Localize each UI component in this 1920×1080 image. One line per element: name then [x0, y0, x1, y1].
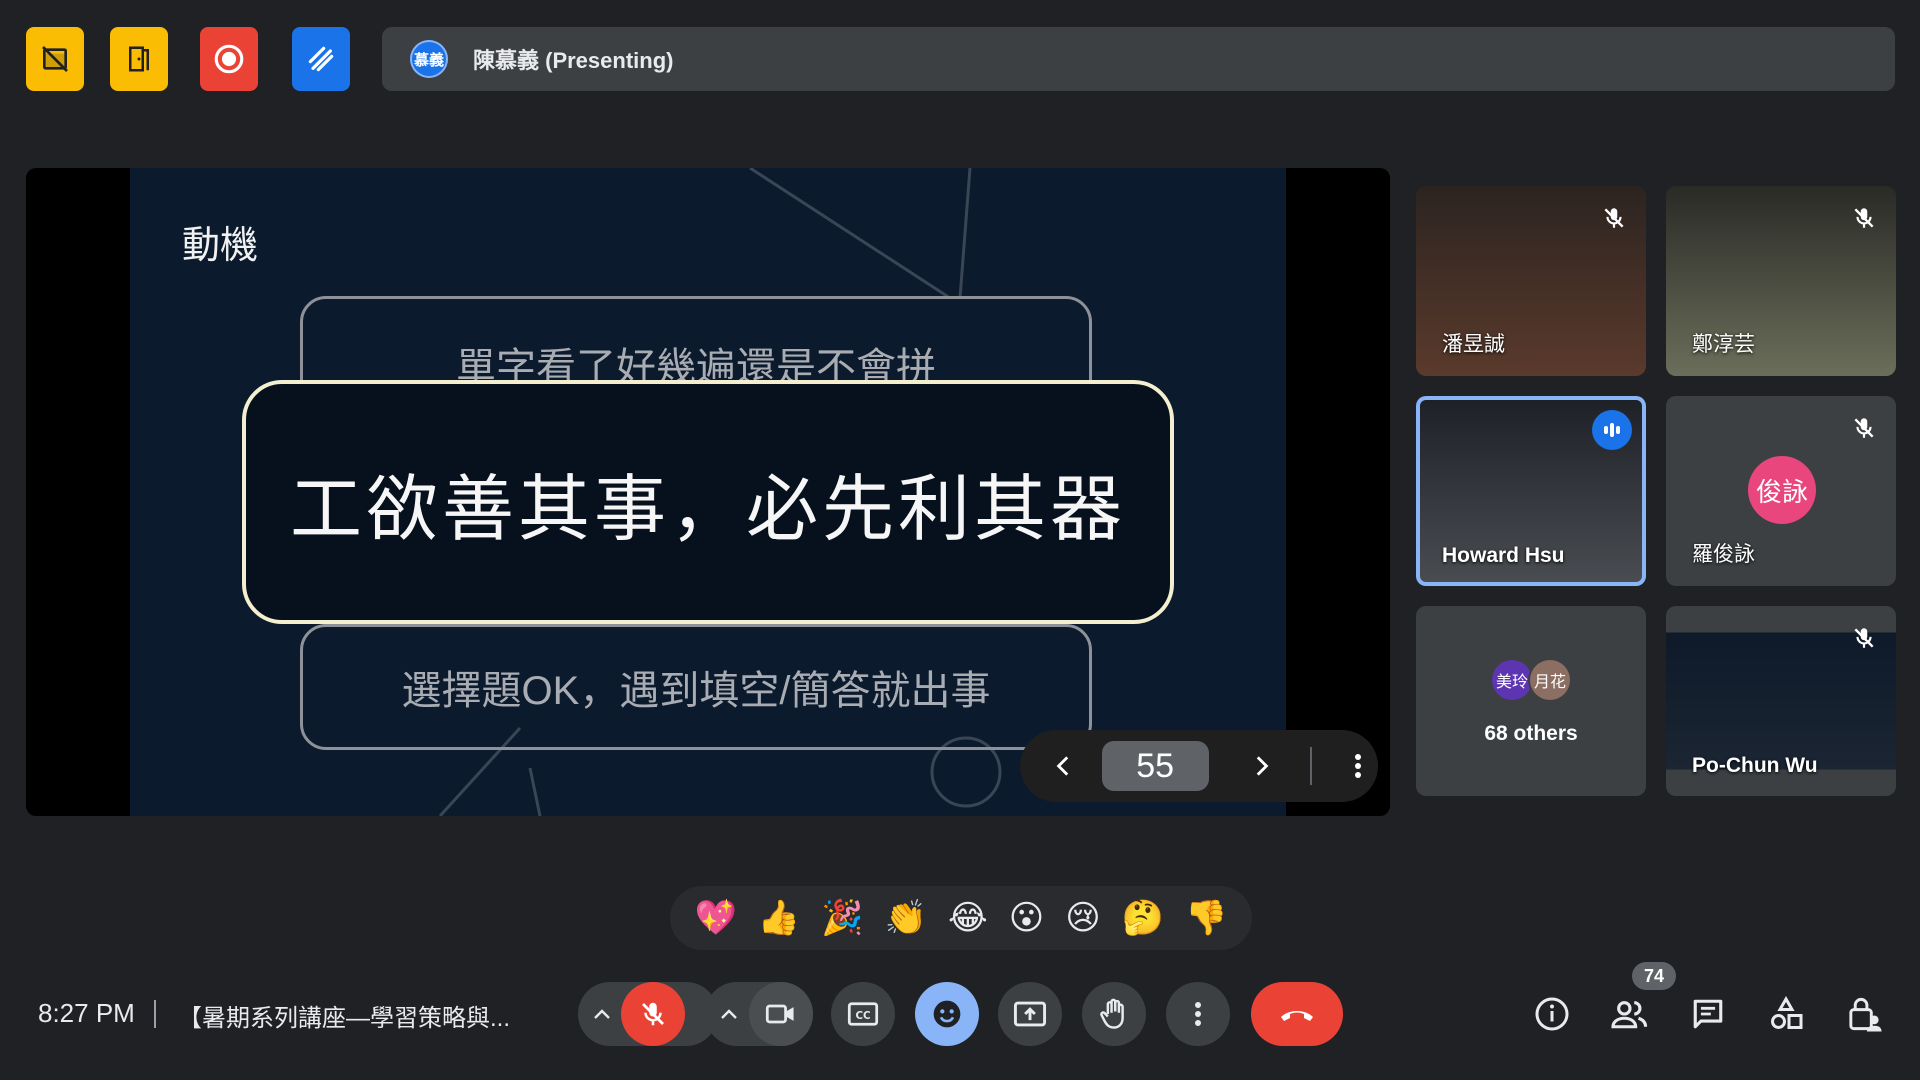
reaction-heart-button[interactable]: 💖: [695, 901, 737, 935]
camera-toggle-button[interactable]: [749, 982, 813, 1046]
chat-button[interactable]: [1686, 992, 1730, 1036]
participant-tile-4[interactable]: 俊詠 羅俊詠: [1666, 396, 1896, 586]
speaking-indicator-icon: [1592, 410, 1632, 450]
people-icon: [1611, 1001, 1648, 1029]
reaction-sad-button[interactable]: 😢: [1065, 901, 1100, 935]
meeting-title[interactable]: 【暑期系列講座—學習策略與...: [178, 998, 510, 1033]
previous-slide-button[interactable]: [1034, 751, 1094, 781]
participant-tile-6[interactable]: Po-Chun Wu: [1666, 606, 1896, 796]
participant-count-badge: 74: [1632, 962, 1676, 990]
door-icon: [129, 46, 149, 72]
next-slide-button[interactable]: [1231, 751, 1291, 781]
leave-call-button[interactable]: [1251, 982, 1343, 1046]
reaction-surprised-button[interactable]: 😮: [1009, 901, 1044, 935]
info-icon: [1535, 997, 1569, 1031]
emoji-icon: [933, 1000, 961, 1028]
audio-settings-button[interactable]: [588, 1000, 616, 1028]
pen-icon: [308, 46, 334, 72]
hand-icon: [1100, 998, 1124, 1029]
recording-button[interactable]: [200, 27, 258, 91]
participant-tile-2[interactable]: 鄭淳芸: [1666, 186, 1896, 376]
record-icon: [214, 44, 244, 74]
video-settings-button[interactable]: [715, 1000, 743, 1028]
participant-name: 潘昱誠: [1442, 333, 1505, 356]
participant-tile-3[interactable]: Howard Hsu: [1416, 396, 1646, 586]
chevron-up-icon: [721, 1009, 737, 1019]
activities-button[interactable]: [1764, 992, 1808, 1036]
reaction-party-button[interactable]: 🎉: [821, 901, 863, 935]
presentation-slide: 動機 單字看了好幾遍還是不會拼 選擇題OK，遇到填空/簡答就出事 工欲善其事，必…: [130, 168, 1286, 816]
chevron-right-icon: [1256, 756, 1268, 776]
participant-avatar: 俊詠: [1748, 456, 1816, 524]
reaction-bar: 💖 👍 🎉 👏 😂 😮 😢 🤔 👎: [670, 886, 1252, 950]
reaction-laugh-button[interactable]: 😂: [948, 901, 988, 935]
more-vert-icon: [1355, 754, 1362, 778]
chevron-up-icon: [594, 1009, 610, 1019]
participant-name: Howard Hsu: [1442, 544, 1565, 567]
host-controls-button[interactable]: [1842, 992, 1886, 1036]
lock-person-icon: [1849, 997, 1882, 1032]
nav-divider: [1310, 747, 1313, 785]
others-count-label: 68 others: [1484, 722, 1578, 745]
participant-avatar: 月花: [1530, 660, 1570, 700]
more-options-button[interactable]: [1166, 982, 1230, 1046]
current-time: 8:27 PM: [38, 998, 135, 1028]
mic-off-icon: [1846, 200, 1882, 236]
presenter-label: 陳慕義 (Presenting): [473, 48, 674, 73]
shapes-icon: [1771, 996, 1803, 1029]
mic-off-icon: [1596, 200, 1632, 236]
others-tile[interactable]: 美玲 月花 68 others: [1416, 606, 1646, 796]
whiteboard-button[interactable]: [292, 27, 350, 91]
reaction-clap-button[interactable]: 👏: [885, 901, 927, 935]
reaction-thinking-button[interactable]: 🤔: [1122, 901, 1164, 935]
present-screen-button[interactable]: [998, 982, 1062, 1046]
mic-off-icon: [1846, 410, 1882, 446]
participant-name: 羅俊詠: [1692, 543, 1755, 566]
reaction-thumbs-down-button[interactable]: 👎: [1185, 901, 1227, 935]
presentation-stage: 動機 單字看了好幾遍還是不會拼 選擇題OK，遇到填空/簡答就出事 工欲善其事，必…: [26, 168, 1390, 816]
videocam-icon: [765, 1004, 794, 1024]
title-separator: [154, 1000, 156, 1028]
presenter-avatar: 慕義: [410, 40, 448, 78]
call-end-icon: [1281, 1011, 1313, 1021]
present-to-all-icon: [1013, 1001, 1047, 1027]
mic-off-icon: [642, 1002, 664, 1026]
reaction-thumbs-up-button[interactable]: 👍: [758, 901, 800, 935]
breakout-rooms-button[interactable]: [110, 27, 168, 91]
chevron-left-icon: [1056, 756, 1069, 776]
participant-tile-1[interactable]: 潘昱誠: [1416, 186, 1646, 376]
slide-card-bottom: 選擇題OK，遇到填空/簡答就出事: [300, 624, 1092, 750]
mic-off-icon: [1846, 620, 1882, 656]
microphone-toggle-button[interactable]: [621, 982, 685, 1046]
closed-caption-icon: CC: [847, 1002, 879, 1026]
slide-page-number[interactable]: 55: [1101, 741, 1209, 791]
emoji-reactions-button[interactable]: [915, 982, 979, 1046]
participant-name: 鄭淳芸: [1692, 333, 1755, 356]
participant-name: Po-Chun Wu: [1692, 754, 1818, 777]
svg-text:CC: CC: [855, 1010, 870, 1022]
visibility-off-icon: [42, 46, 68, 72]
slide-card-main: 工欲善其事，必先利其器: [242, 380, 1174, 624]
more-vert-icon: [1195, 1002, 1201, 1026]
hide-view-icon-button[interactable]: [26, 27, 84, 91]
slide-navigation: 55: [1020, 730, 1378, 802]
raise-hand-button[interactable]: [1082, 982, 1146, 1046]
chat-icon: [1693, 999, 1723, 1029]
presenter-banner[interactable]: 慕義 陳慕義 (Presenting): [382, 27, 1895, 91]
slide-more-options-button[interactable]: [1338, 753, 1378, 779]
meeting-details-button[interactable]: [1530, 992, 1574, 1036]
people-button[interactable]: [1608, 992, 1652, 1036]
captions-button[interactable]: CC: [831, 982, 895, 1046]
participant-avatar: 美玲: [1492, 660, 1532, 700]
slide-title: 動機: [182, 225, 259, 267]
